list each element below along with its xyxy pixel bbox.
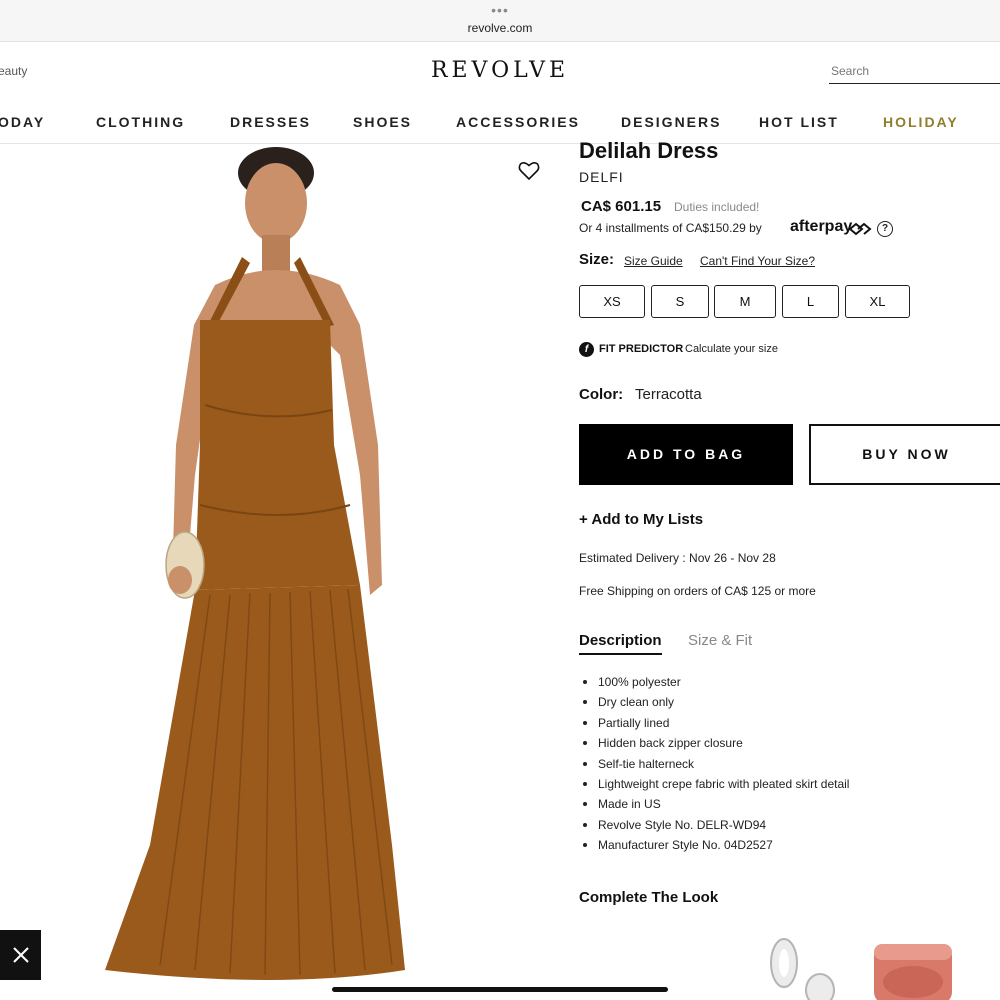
nav-item-clothing[interactable]: CLOTHING bbox=[96, 114, 185, 130]
size-option-m[interactable]: M bbox=[714, 285, 776, 318]
afterpay-logo: afterpay bbox=[790, 218, 853, 235]
product-price: CA$ 601.15 bbox=[581, 198, 662, 215]
nav-item-holiday[interactable]: HOLIDAY bbox=[883, 114, 959, 130]
cant-find-size-link[interactable]: Can't Find Your Size? bbox=[700, 254, 815, 268]
color-label: Color: bbox=[579, 386, 624, 403]
list-item: Hidden back zipper closure bbox=[579, 735, 849, 755]
complete-the-look-heading: Complete The Look bbox=[579, 889, 719, 906]
browser-menu-dots[interactable]: ••• bbox=[0, 3, 1000, 17]
list-item: Made in US bbox=[579, 796, 849, 816]
product-title: Delilah Dress bbox=[579, 138, 719, 163]
wishlist-heart-icon[interactable] bbox=[517, 158, 541, 182]
main-nav: ODAY CLOTHING DRESSES SHOES ACCESSORIES … bbox=[0, 108, 1000, 144]
list-item: Manufacturer Style No. 04D2527 bbox=[579, 837, 849, 857]
question-circle-icon[interactable]: ? bbox=[877, 221, 893, 237]
add-to-lists-button[interactable]: + Add to My Lists bbox=[579, 511, 703, 528]
blush-compact-thumbnail[interactable] bbox=[870, 940, 956, 1000]
estimated-delivery: Estimated Delivery : Nov 26 - Nov 28 bbox=[579, 551, 776, 565]
duties-note: Duties included! bbox=[674, 200, 760, 214]
size-option-l[interactable]: L bbox=[782, 285, 839, 318]
size-option-s[interactable]: S bbox=[651, 285, 709, 318]
fit-predictor-label[interactable]: FIT PREDICTOR bbox=[599, 343, 683, 355]
tab-size-fit[interactable]: Size & Fit bbox=[688, 632, 752, 649]
description-list: 100% polyester Dry clean only Partially … bbox=[579, 674, 849, 858]
afterpay-logo-icon bbox=[848, 222, 872, 236]
browser-url[interactable]: revolve.com bbox=[0, 21, 1000, 35]
nav-item-today[interactable]: ODAY bbox=[0, 114, 45, 130]
nav-item-hot-list[interactable]: HOT LIST bbox=[759, 114, 839, 130]
size-option-xl[interactable]: XL bbox=[845, 285, 910, 318]
size-option-xs[interactable]: XS bbox=[579, 285, 645, 318]
color-value: Terracotta bbox=[635, 386, 702, 403]
home-indicator bbox=[332, 987, 668, 992]
close-button[interactable] bbox=[0, 930, 41, 980]
nav-item-designers[interactable]: DESIGNERS bbox=[621, 114, 721, 130]
installments-text: Or 4 installments of CA$150.29 by bbox=[579, 221, 762, 235]
list-item: Revolve Style No. DELR-WD94 bbox=[579, 817, 849, 837]
search-input[interactable] bbox=[829, 58, 1000, 84]
product-image[interactable] bbox=[0, 145, 560, 1000]
nav-item-shoes[interactable]: SHOES bbox=[353, 114, 412, 130]
nav-item-accessories[interactable]: ACCESSORIES bbox=[456, 114, 580, 130]
list-item: 100% polyester bbox=[579, 674, 849, 694]
close-icon bbox=[13, 947, 29, 963]
model-in-dress-illustration bbox=[105, 147, 405, 980]
tab-description[interactable]: Description bbox=[579, 632, 662, 655]
list-item: Lightweight crepe fabric with pleated sk… bbox=[579, 776, 849, 796]
product-brand[interactable]: DELFI bbox=[579, 169, 624, 185]
size-label: Size: bbox=[579, 251, 615, 268]
list-item: Partially lined bbox=[579, 715, 849, 735]
add-to-bag-button[interactable]: ADD TO BAG bbox=[579, 424, 793, 485]
size-guide-link[interactable]: Size Guide bbox=[624, 254, 683, 268]
calculate-size-link[interactable]: Calculate your size bbox=[685, 343, 778, 355]
buy-now-button[interactable]: BUY NOW bbox=[809, 424, 1000, 485]
earrings-thumbnail[interactable] bbox=[762, 935, 842, 1000]
list-item: Self-tie halterneck bbox=[579, 756, 849, 776]
list-item: Dry clean only bbox=[579, 694, 849, 714]
browser-toolbar: ••• revolve.com bbox=[0, 0, 1000, 42]
fit-predictor-icon: f bbox=[579, 342, 594, 357]
nav-item-dresses[interactable]: DRESSES bbox=[230, 114, 311, 130]
free-shipping-note: Free Shipping on orders of CA$ 125 or mo… bbox=[579, 584, 816, 598]
